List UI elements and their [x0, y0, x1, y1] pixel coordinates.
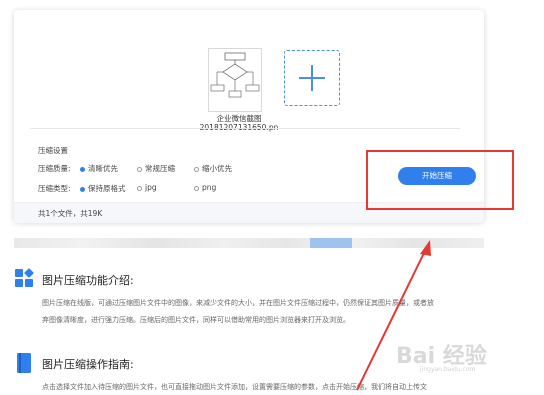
watermark-url: jingyan.baidu.com — [420, 366, 476, 373]
annotation-arrow — [356, 240, 431, 391]
